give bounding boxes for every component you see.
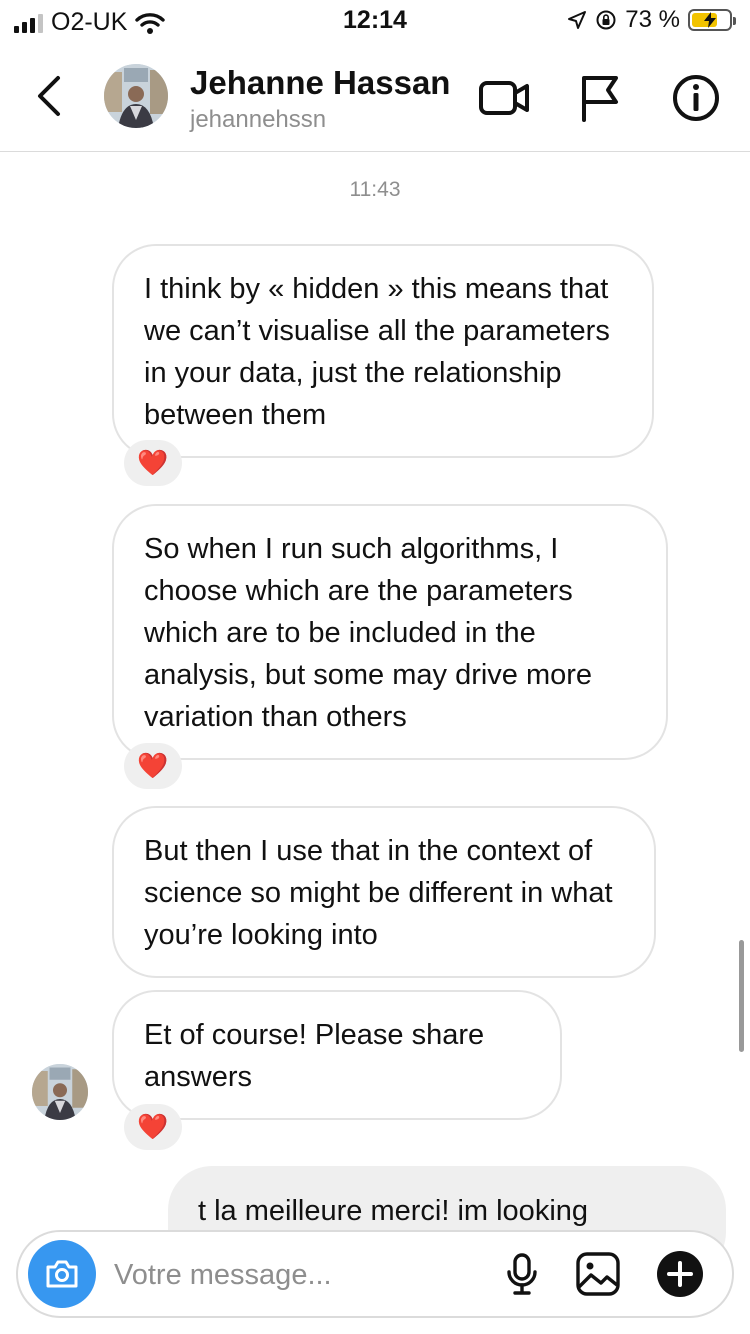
status-right: 73 % <box>567 6 736 34</box>
scrollbar[interactable] <box>739 940 744 1052</box>
info-icon <box>673 75 719 121</box>
video-camera-icon <box>479 81 529 115</box>
message-bubble[interactable]: I think by « hidden » this means that we… <box>112 244 654 458</box>
back-button[interactable] <box>26 70 70 122</box>
camera-icon <box>46 1260 78 1288</box>
sender-avatar[interactable] <box>32 1064 88 1120</box>
plus-icon <box>657 1251 703 1297</box>
flag-icon <box>582 76 618 122</box>
message-text: Et of course! Please share answers <box>144 1019 485 1093</box>
message-bubble[interactable]: But then I use that in the context of sc… <box>112 806 656 978</box>
image-icon <box>576 1252 620 1296</box>
message-text: But then I use that in the context of sc… <box>144 835 613 951</box>
message-composer <box>16 1230 734 1318</box>
camera-button[interactable] <box>28 1240 96 1308</box>
info-button[interactable] <box>668 72 724 124</box>
microphone-icon <box>507 1253 537 1295</box>
voice-message-button[interactable] <box>494 1246 550 1302</box>
avatar-photo <box>32 1064 88 1120</box>
location-arrow-icon <box>568 11 587 29</box>
message-text: t la meilleure merci! im looking <box>198 1195 589 1227</box>
status-bar: O2-UK 12:14 73 % <box>0 0 750 40</box>
rotation-lock-icon <box>596 10 616 30</box>
message-bubble[interactable]: Et of course! Please share answers <box>112 990 562 1120</box>
battery-icon <box>688 9 736 31</box>
reaction-badge[interactable]: ❤️ <box>124 440 182 486</box>
message-input[interactable] <box>114 1254 484 1296</box>
message-bubble[interactable]: So when I run such algorithms, I choose … <box>112 504 668 760</box>
reaction-badge[interactable]: ❤️ <box>124 743 182 789</box>
reaction-badge[interactable]: ❤️ <box>124 1104 182 1150</box>
message-text: So when I run such algorithms, I choose … <box>144 533 593 733</box>
heart-icon: ❤️ <box>137 1112 169 1141</box>
avatar-photo <box>104 64 168 128</box>
video-call-button[interactable] <box>476 72 532 124</box>
avatar[interactable] <box>104 64 168 128</box>
chevron-left-icon <box>38 76 60 116</box>
charging-bolt-icon <box>704 12 716 28</box>
more-options-button[interactable] <box>652 1246 708 1302</box>
gallery-button[interactable] <box>570 1246 626 1302</box>
message-timestamp: 11:43 <box>349 178 401 201</box>
heart-icon: ❤️ <box>137 751 169 780</box>
contact-name[interactable]: Jehanne Hassan <box>190 64 450 102</box>
report-button[interactable] <box>572 72 628 124</box>
contact-username: jehannehssn <box>190 106 327 133</box>
dm-screen: O2-UK 12:14 73 % Jehanne Hassan jehanneh… <box>0 0 750 1334</box>
message-text: I think by « hidden » this means that we… <box>144 273 610 431</box>
heart-icon: ❤️ <box>137 448 169 477</box>
chat-header: Jehanne Hassan jehannehssn <box>0 44 750 152</box>
battery-percentage: 73 % <box>625 6 680 33</box>
